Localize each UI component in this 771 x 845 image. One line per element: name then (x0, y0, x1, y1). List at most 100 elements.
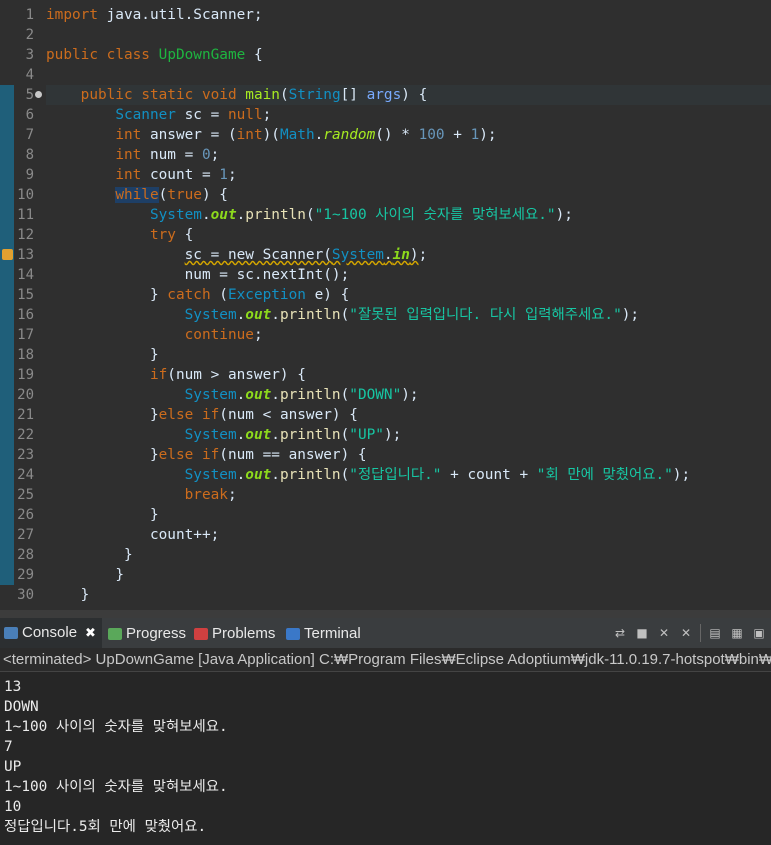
code-line[interactable]: sc = new Scanner(System.in); (46, 245, 771, 265)
code-token: } (149, 447, 159, 463)
code-line[interactable]: } (46, 585, 771, 605)
code-token: } (149, 347, 159, 363)
fold-toggle-icon[interactable] (35, 91, 42, 98)
code-token: int (115, 127, 142, 143)
problems-icon (194, 628, 208, 640)
code-line[interactable]: while(true) { (46, 185, 771, 205)
code-token: . (383, 247, 393, 263)
code-line[interactable]: } (46, 345, 771, 365)
panel-sash[interactable] (0, 610, 771, 618)
line-number: 16 (17, 307, 34, 323)
code-line[interactable]: int count = 1; (46, 165, 771, 185)
stop-icon[interactable]: ■ (634, 625, 650, 641)
code-token: Scanner (115, 107, 176, 123)
tab-console[interactable]: Console ✖ (0, 618, 102, 648)
code-token: in (392, 247, 410, 263)
code-line[interactable]: System.out.println("DOWN"); (46, 385, 771, 405)
code-token: java.util.Scanner; (97, 7, 263, 23)
code-line[interactable]: import java.util.Scanner; (46, 5, 771, 25)
code-token: sc = new Scanner( (184, 247, 332, 263)
code-line[interactable]: public static void main(String[] args) { (46, 85, 771, 105)
open-console-icon[interactable]: ▣ (751, 625, 767, 641)
code-token: } (149, 407, 159, 423)
console-launch-status: <terminated> UpDownGame [Java Applicatio… (0, 648, 771, 672)
tab-problems[interactable]: Problems (194, 623, 275, 645)
code-token: } (123, 547, 133, 563)
tab-progress[interactable]: Progress (108, 623, 186, 645)
code-token: System (331, 247, 384, 263)
code-token: System (184, 467, 237, 483)
code-token: 1 (219, 167, 228, 183)
line-number: 26 (17, 507, 34, 523)
code-line[interactable]: break; (46, 485, 771, 505)
remove-all-icon[interactable]: ✕ (678, 625, 694, 641)
code-token: println (279, 467, 341, 483)
warning-marker-icon[interactable] (2, 249, 13, 260)
tab-terminal[interactable]: Terminal (286, 623, 361, 645)
remove-launch-icon[interactable]: ✕ (656, 625, 672, 641)
code-line[interactable]: } catch (Exception e) { (46, 285, 771, 305)
code-line[interactable]: count++; (46, 525, 771, 545)
code-line[interactable]: int num = 0; (46, 145, 771, 165)
code-line[interactable]: System.out.println("정답입니다." + count + "회… (46, 465, 771, 485)
code-token: if (201, 447, 220, 463)
code-line[interactable]: System.out.println("1~100 사이의 숫자를 맞혀보세요.… (46, 205, 771, 225)
code-line[interactable] (46, 65, 771, 85)
terminal-icon (286, 628, 300, 640)
line-number: 12 (17, 227, 34, 243)
code-line[interactable]: System.out.println("UP"); (46, 425, 771, 445)
code-line[interactable]: if(num > answer) { (46, 365, 771, 385)
code-line[interactable]: Scanner sc = null; (46, 105, 771, 125)
code-token: out (245, 387, 272, 403)
code-token: 1 (470, 127, 480, 143)
code-line[interactable]: }else if(num < answer) { (46, 405, 771, 425)
code-line[interactable]: public class UpDownGame { (46, 45, 771, 65)
code-line[interactable]: }else if(num == answer) { (46, 445, 771, 465)
code-token: . (236, 387, 246, 403)
code-token: . (314, 127, 324, 143)
code-line[interactable]: int answer = (int)(Math.random() * 100 +… (46, 125, 771, 145)
line-number: 13 (17, 247, 34, 263)
code-line[interactable]: try { (46, 225, 771, 245)
code-line[interactable] (46, 25, 771, 45)
line-number: 3 (25, 47, 34, 63)
code-token: ) (409, 247, 419, 263)
code-token: (num > answer) { (167, 367, 306, 383)
line-number: 10 (17, 187, 34, 203)
code-editor[interactable]: 1 2 3 4 5 6 7 8 9 10 11 12 13 14 15 16 17 18 19 20 21 22 23 24 2… (0, 0, 771, 610)
code-line[interactable]: System.out.println("잘못된 입력입니다. 다시 입력해주세요… (46, 305, 771, 325)
code-token: while (115, 187, 159, 203)
code-token: random (323, 127, 376, 143)
code-token: . (271, 387, 280, 403)
code-line[interactable]: } (46, 545, 771, 565)
close-tab-icon[interactable]: ✖ (85, 618, 96, 648)
display-selected-console-icon[interactable]: ▤ (707, 625, 723, 641)
tab-label: Terminal (304, 625, 361, 642)
code-line[interactable]: } (46, 565, 771, 585)
code-line[interactable]: num = sc.nextInt(); (46, 265, 771, 285)
pin-icon[interactable]: ⇄ (612, 625, 628, 641)
tab-label: Progress (126, 625, 187, 642)
console-output[interactable]: 13 DOWN 1~100 사이의 숫자를 맞혀보세요. 7 UP 1~100 사이의 숫… (0, 672, 771, 845)
code-token: out (210, 207, 237, 223)
line-number: 5 (25, 87, 34, 103)
code-line[interactable]: continue; (46, 325, 771, 345)
new-console-icon[interactable]: ▦ (729, 625, 745, 641)
code-token: ( (279, 87, 289, 103)
code-token: count = (141, 167, 220, 183)
code-line[interactable]: } (46, 505, 771, 525)
console-icon (4, 627, 18, 639)
code-token: out (245, 427, 272, 443)
